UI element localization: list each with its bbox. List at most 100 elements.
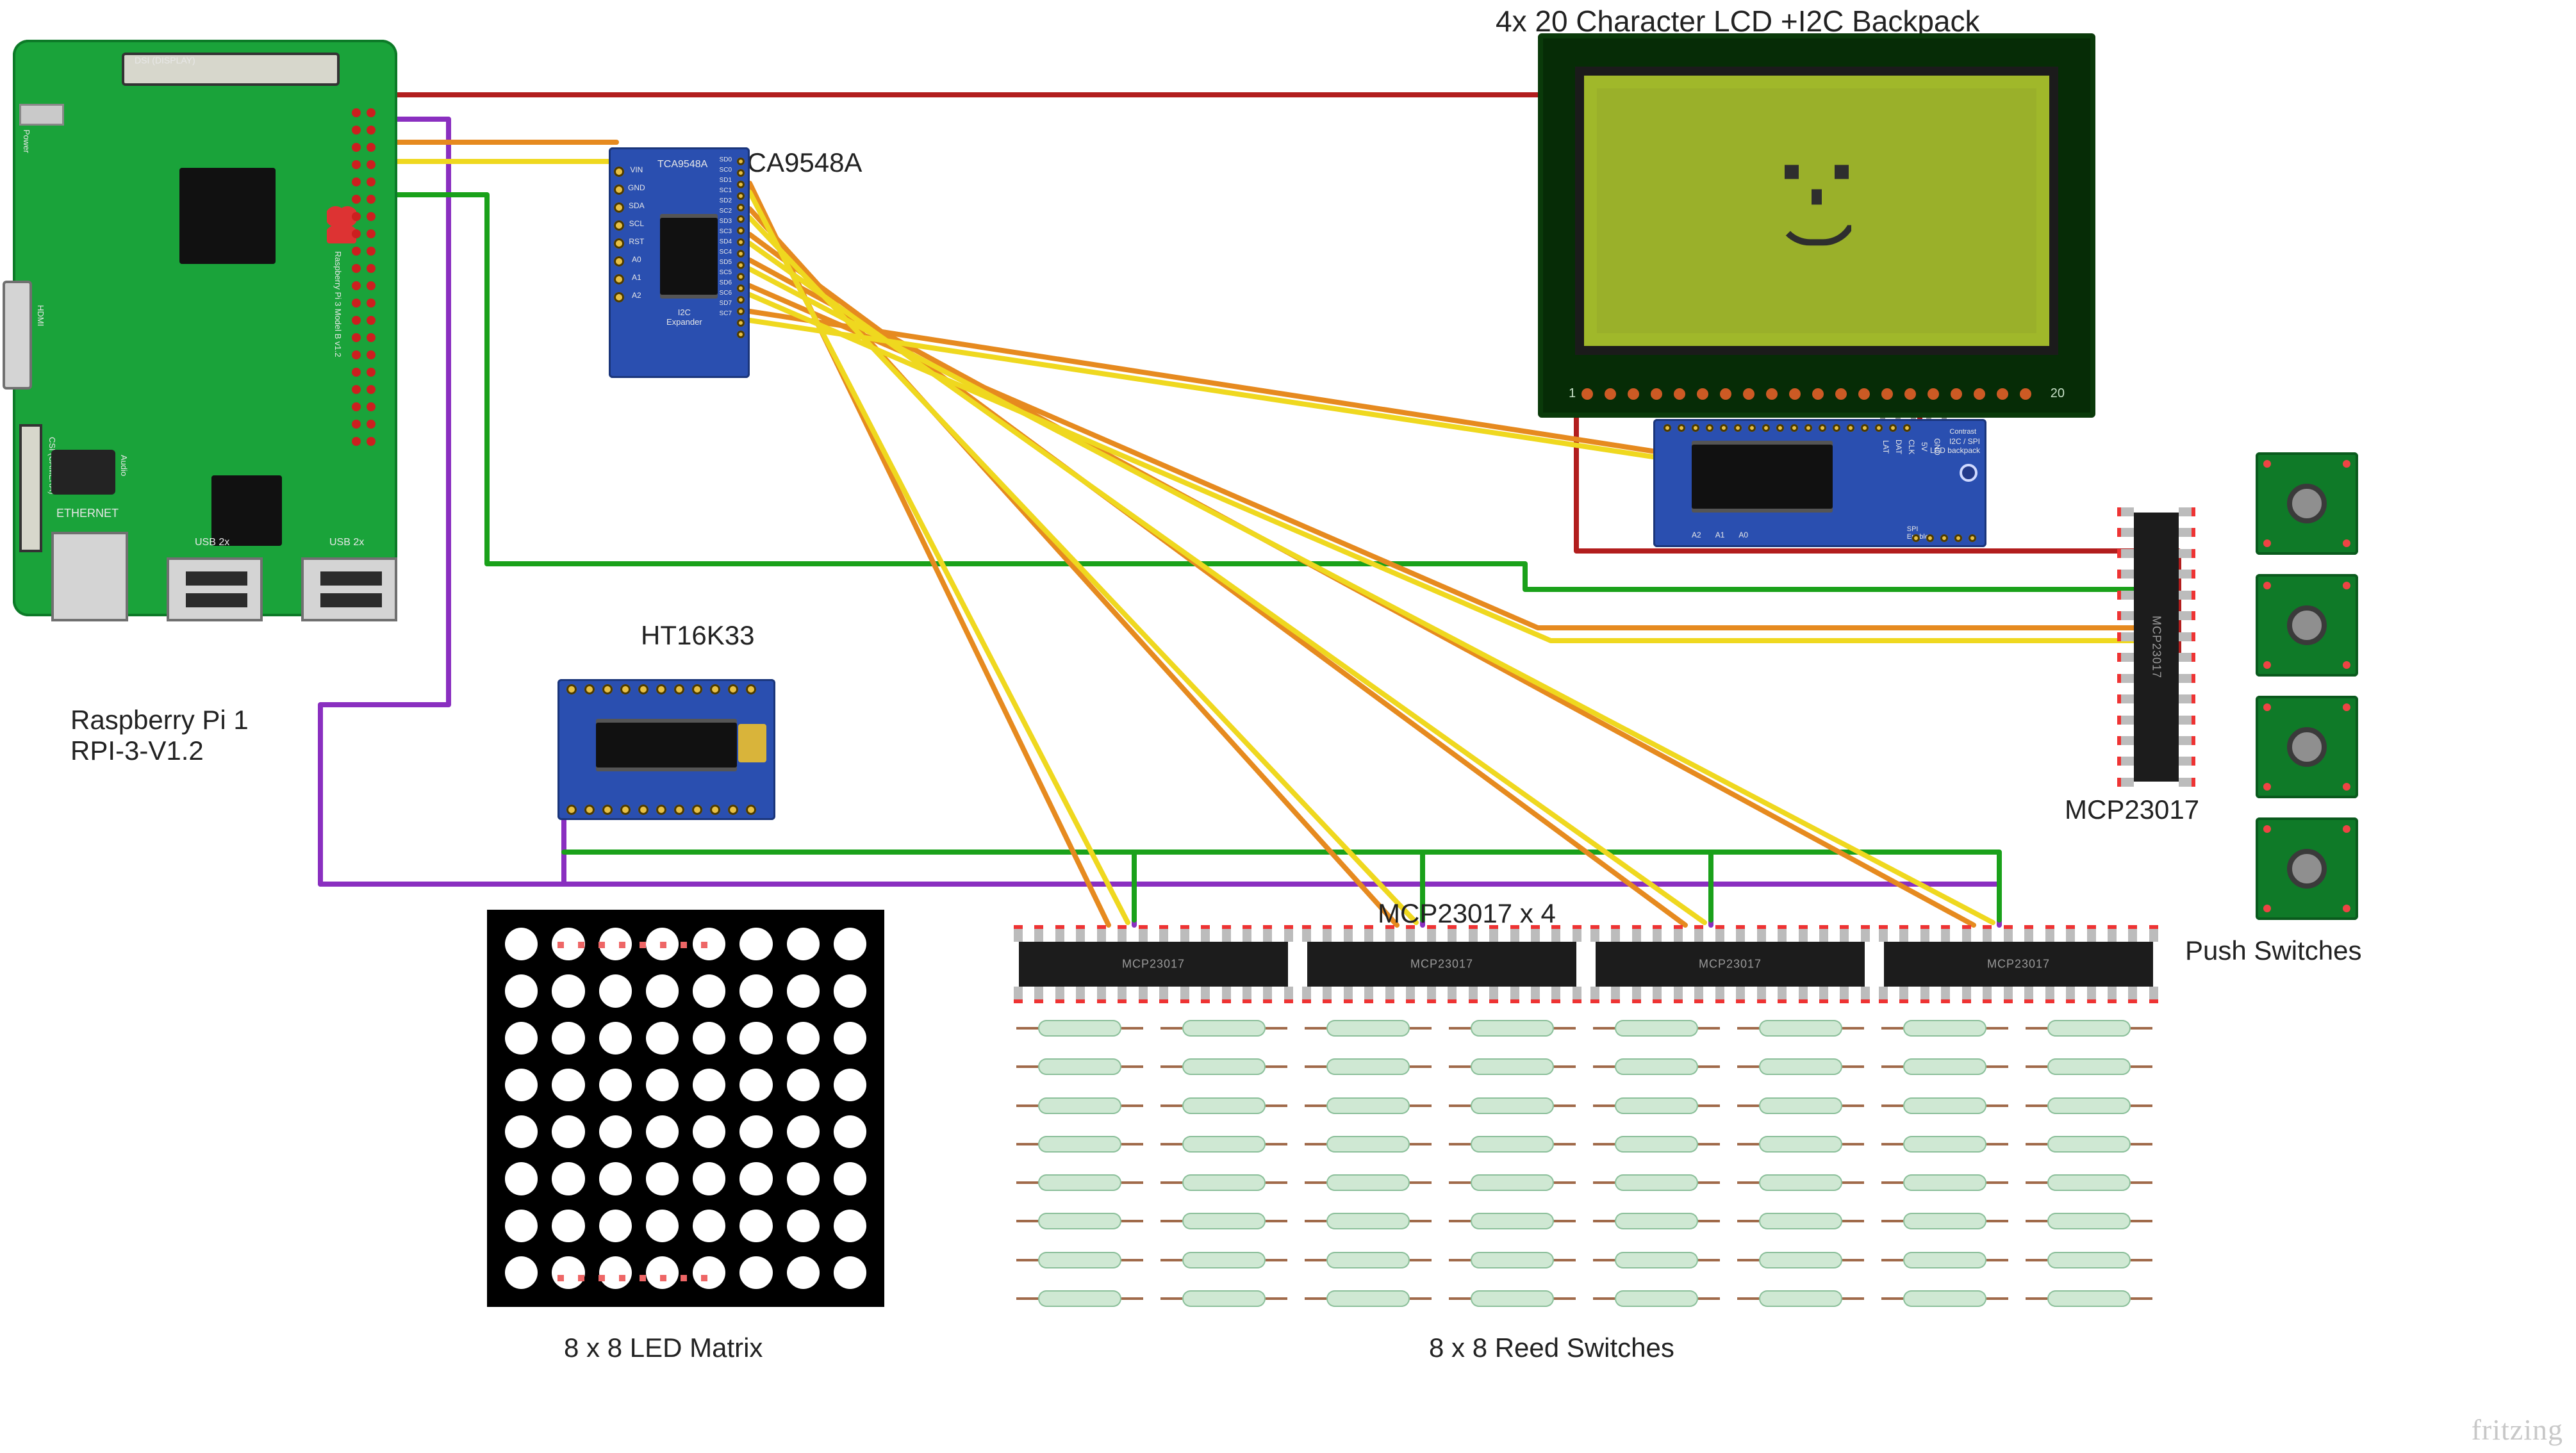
reed-switch [1019, 1211, 1141, 1231]
reed-switch [1884, 1289, 2006, 1308]
reed-switch [2028, 1057, 2150, 1076]
ht16k33-breakout: for(let i=0;i<11;i++)document.write('<di… [557, 679, 775, 820]
reed-switch [1596, 1019, 1717, 1038]
reed-switch [1163, 1173, 1285, 1192]
raspberry-pi-board: DSI (DISPLAY) Power HDMI CSI (CAMERA) Au… [13, 40, 397, 616]
rpi-hdmi-port [3, 281, 32, 390]
push-switch-2[interactable] [2256, 574, 2358, 677]
reed-switch [1740, 1251, 1862, 1270]
reed-switch [1596, 1135, 1717, 1154]
reed-switch [1163, 1135, 1285, 1154]
rpi-usb-chip [211, 475, 282, 546]
reed-switch [1163, 1211, 1285, 1231]
led-matrix-top-pins: for(let i=0;i<8;i++)document.write('<div… [557, 942, 707, 948]
mcp-x4-caption: MCP23017 x 4 [1378, 898, 1556, 929]
rpi-usb-label-a: USB 2x [195, 537, 229, 548]
reed-switch [1163, 1096, 1285, 1115]
tca-chip-icon [660, 218, 718, 295]
reed-caption: 8 x 8 Reed Switches [1429, 1333, 1674, 1363]
reed-switch [1740, 1289, 1862, 1308]
reed-switch [1451, 1135, 1573, 1154]
reed-switch [1451, 1173, 1573, 1192]
rpi-eth-label: ETHERNET [56, 507, 119, 520]
reed-switch [2028, 1289, 2150, 1308]
reed-switch [1596, 1251, 1717, 1270]
mcp-vert-silk: MCP23017 [2150, 616, 2163, 678]
reed-switch [1740, 1096, 1862, 1115]
reed-switch [1740, 1135, 1862, 1154]
lcd-smiley-icon [1753, 153, 1881, 256]
reed-bank-1 [1019, 1019, 1288, 1313]
reed-switch [1596, 1289, 1717, 1308]
reed-switch [1163, 1251, 1285, 1270]
mcp23017-3: MCP23017 [1596, 942, 1865, 987]
reed-switch [1019, 1251, 1141, 1270]
backpack-title: I2C / SPI LCD backpack [1930, 437, 1980, 455]
reed-switch [1451, 1096, 1573, 1115]
backpack-top-pins: for(let i=0;i<18;i++)document.write('<di… [1664, 424, 1911, 432]
tca-silk-name: TCA9548A [657, 159, 707, 170]
rpi-micro-usb-power [19, 104, 64, 126]
mcp23017-2: MCP23017 [1307, 942, 1576, 987]
reed-switch [2028, 1211, 2150, 1231]
push-switch-3[interactable] [2256, 696, 2358, 798]
reed-switch [1596, 1096, 1717, 1115]
led-matrix-bot-pins: for(let i=0;i<8;i++)document.write('<div… [557, 1275, 707, 1281]
tca9548a-breakout: TCA9548A I2C Expander for(let i=0;i<8;i+… [609, 147, 750, 378]
reed-switch [1884, 1135, 2006, 1154]
mcp23017-vertical: MCP23017 for(let i=0;i<14;i++)document.w… [2134, 513, 2179, 782]
reed-switch [1596, 1057, 1717, 1076]
reed-switch [2028, 1019, 2150, 1038]
rpi-ethernet-port [51, 532, 128, 621]
rpi-soc-chip [179, 168, 276, 264]
reed-switch [1740, 1211, 1862, 1231]
rpi-power-label: Power [22, 129, 31, 153]
lcd-screen [1575, 67, 2058, 355]
reed-switch [1451, 1289, 1573, 1308]
htk-chip-icon [596, 723, 737, 768]
tca-silk-sub: I2C Expander [666, 308, 702, 327]
reed-switch [1019, 1135, 1141, 1154]
reed-switch [1451, 1251, 1573, 1270]
htk-bot-pins: for(let i=0;i<11;i++)document.write('<di… [566, 805, 756, 815]
reed-switch [1307, 1057, 1429, 1076]
reed-switch [1884, 1211, 2006, 1231]
reed-switch [1163, 1019, 1285, 1038]
reed-switch [1307, 1135, 1429, 1154]
tca-left-pins: for(let i=0;i<8;i++)document.write('<div… [614, 167, 624, 302]
reed-switch [1307, 1019, 1429, 1038]
reed-switch [1019, 1096, 1141, 1115]
reed-bank-3 [1596, 1019, 1865, 1313]
rpi-audio-jack [51, 450, 115, 495]
led-matrix-caption: 8 x 8 LED Matrix [564, 1333, 763, 1363]
reed-switch [1019, 1173, 1141, 1192]
backpack-jumpers: A2A1A0 [1692, 530, 1748, 539]
reed-switch [1019, 1057, 1141, 1076]
mcp-vert-caption: MCP23017 [2065, 794, 2199, 825]
reed-switch [1307, 1173, 1429, 1192]
reed-switch [1740, 1019, 1862, 1038]
mcp23017-4: MCP23017 [1884, 942, 2153, 987]
reed-bank-4 [1884, 1019, 2153, 1313]
reed-switch [2028, 1251, 2150, 1270]
rpi-caption: Raspberry Pi 1 RPI-3-V1.2 [70, 705, 249, 766]
reed-switch [1163, 1289, 1285, 1308]
htk-solder-pads [738, 724, 766, 762]
reed-switch [1884, 1057, 2006, 1076]
rpi-audio-label: Audio [119, 455, 129, 476]
lcd-pin20-label: 20 [2051, 386, 2065, 401]
push-switch-1[interactable] [2256, 452, 2358, 555]
reed-switch [1307, 1096, 1429, 1115]
reed-switch [2028, 1173, 2150, 1192]
rpi-board-text: Raspberry Pi 3 Model B v1.2 [333, 251, 343, 357]
reed-switch [1019, 1289, 1141, 1308]
reed-switch [1451, 1019, 1573, 1038]
reed-switch [1163, 1057, 1285, 1076]
reed-switch [1019, 1019, 1141, 1038]
push-switch-4[interactable] [2256, 817, 2358, 920]
push-caption: Push Switches [2185, 935, 2361, 966]
lcd-pin1-label: 1 [1569, 386, 1576, 401]
rpi-gpio-header: for(let i=0;i<40;i++)document.write('<di… [349, 104, 378, 450]
fritzing-watermark: fritzing [2472, 1413, 2563, 1447]
tca-right-labels: SD0SC0SD1SC1SD2SC2SD3SC3SD4SC4SD5SC5SD6S… [720, 156, 732, 317]
